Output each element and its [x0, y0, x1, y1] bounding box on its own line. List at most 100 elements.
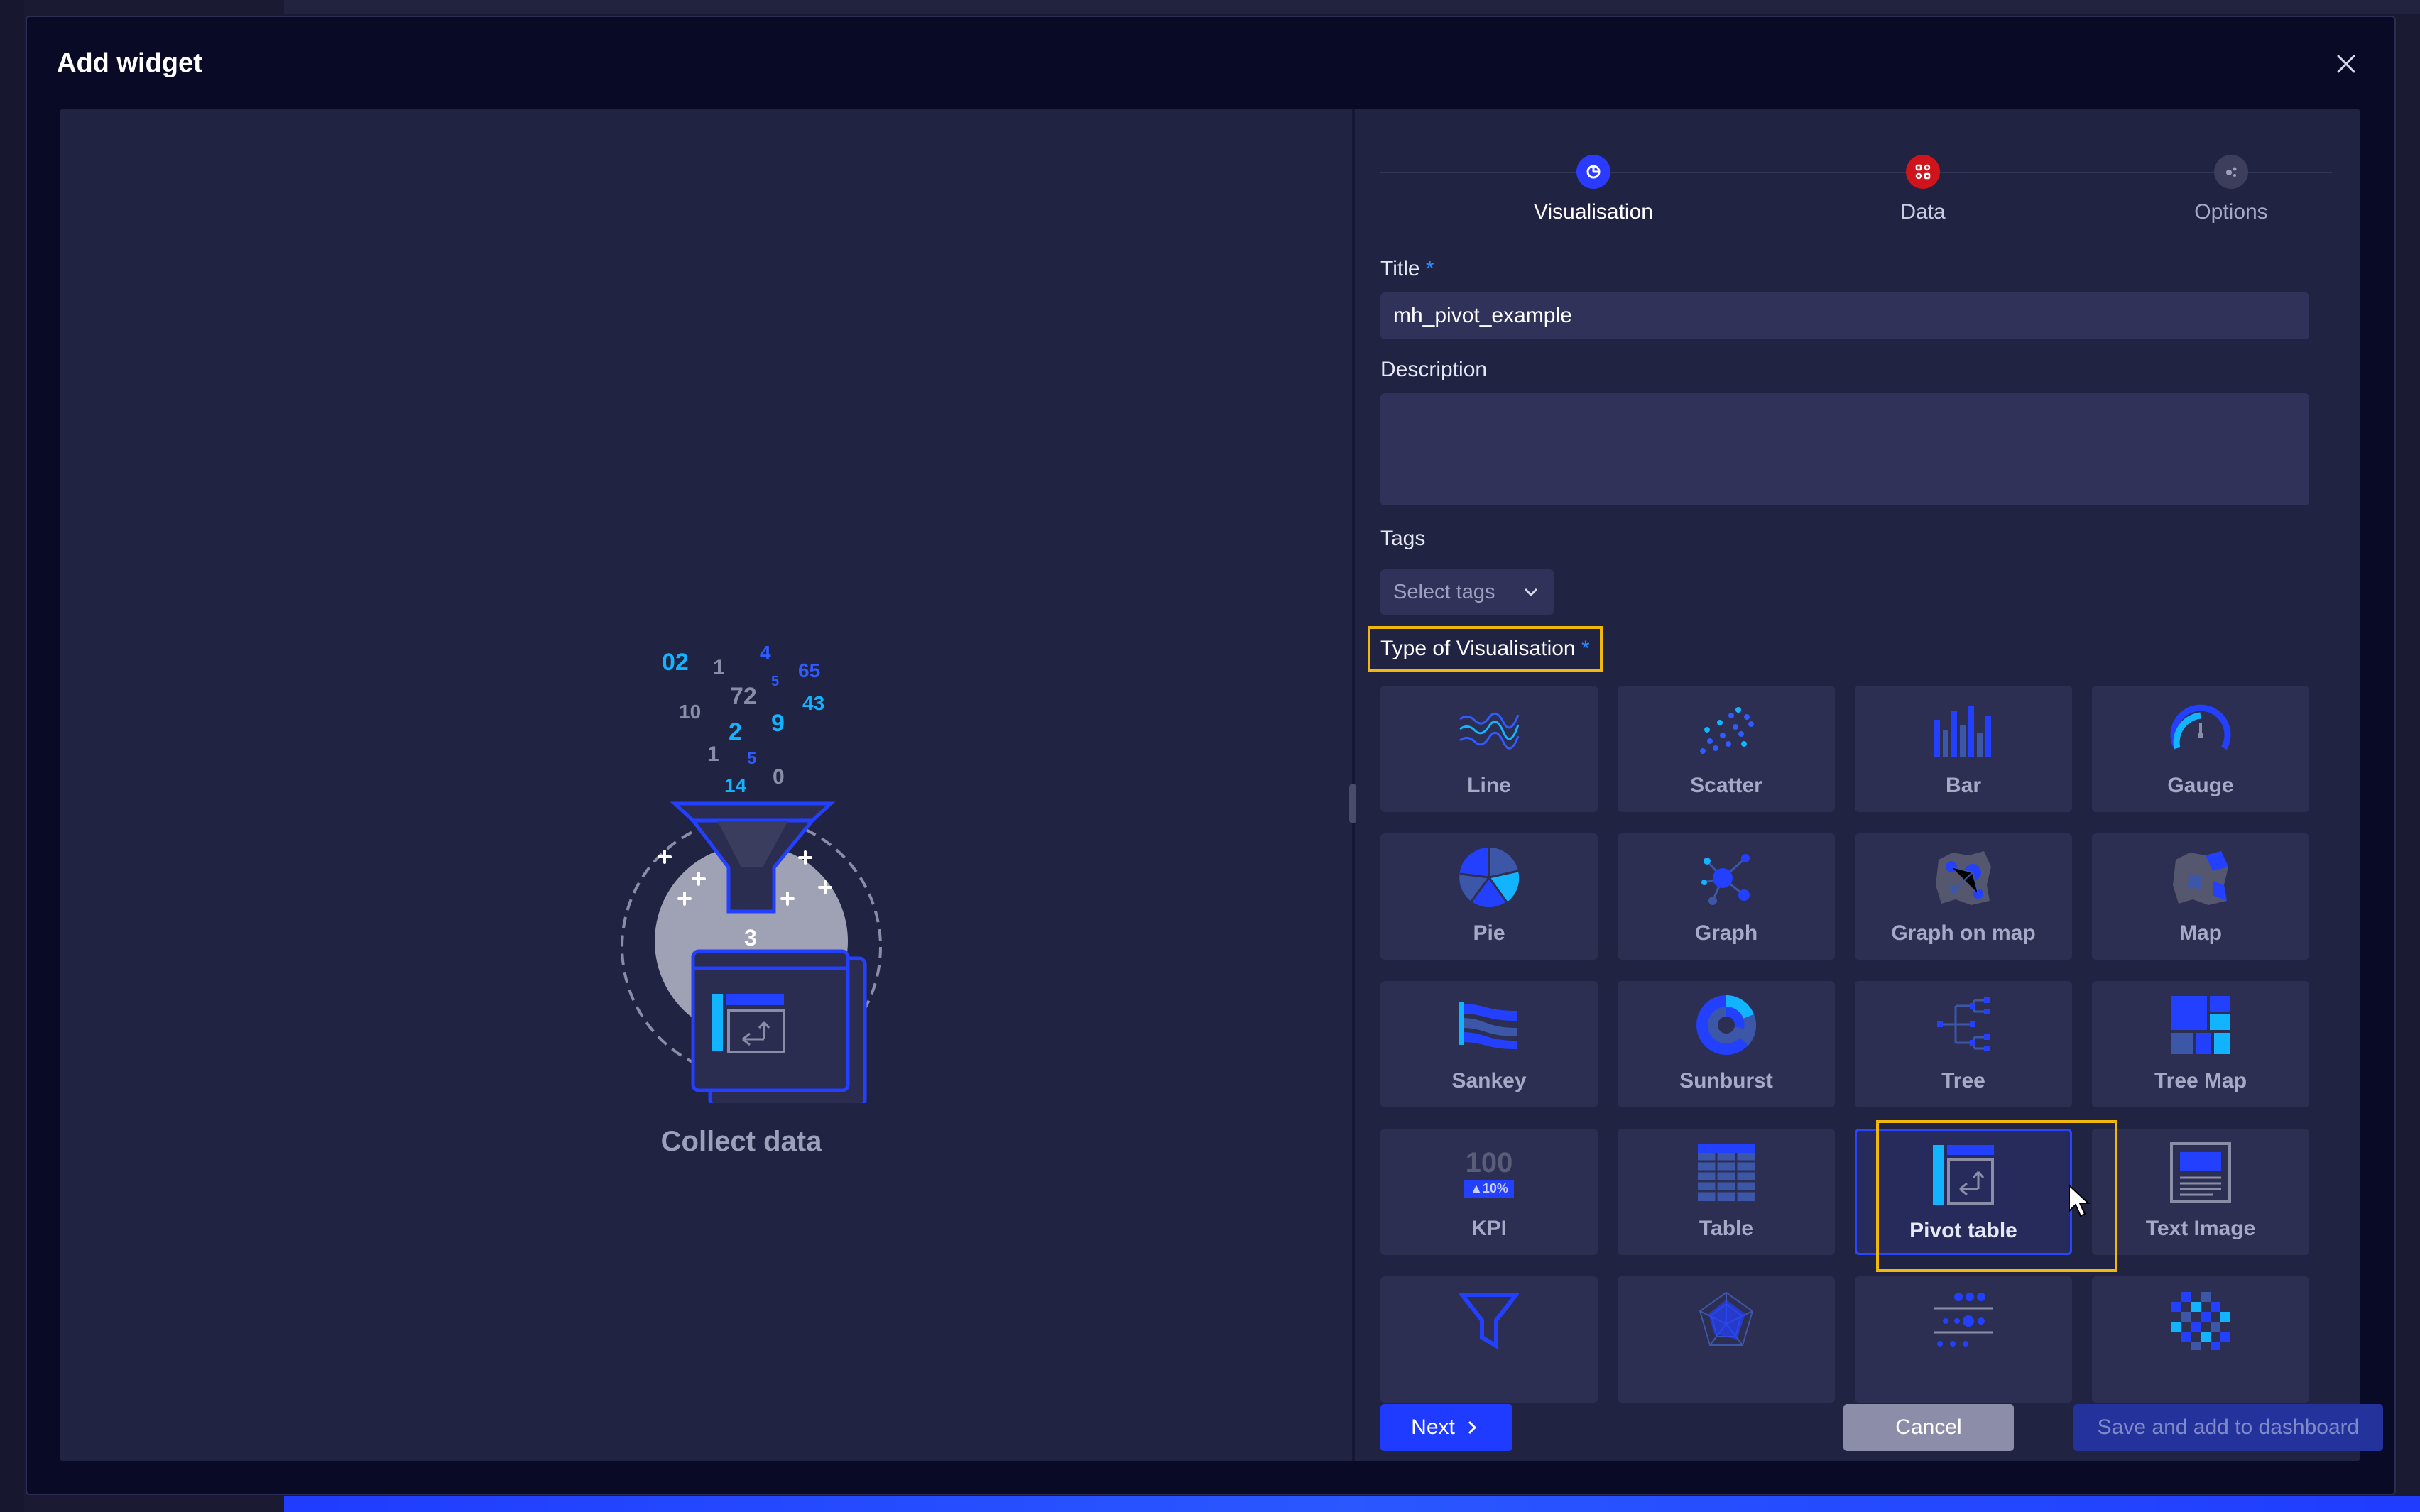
table-icon — [1698, 1144, 1755, 1201]
funnel-icon — [1459, 1293, 1519, 1350]
title-input[interactable]: mh_pivot_example — [1380, 292, 2309, 339]
background-footer-bar — [284, 1496, 2420, 1512]
vis-tile-label: Map — [2179, 921, 2222, 945]
svg-text:14: 14 — [724, 774, 747, 796]
cancel-button[interactable]: Cancel — [1843, 1404, 2014, 1451]
svg-text:02: 02 — [662, 649, 689, 676]
widget-config-panel: Visualisation Data Options Title * mh_pi… — [1368, 109, 2383, 1461]
vis-tile-label: Scatter — [1690, 774, 1762, 797]
close-button[interactable] — [2329, 47, 2363, 81]
vis-tile-funnel[interactable] — [1380, 1276, 1598, 1403]
vis-tile-sankey[interactable]: Sankey — [1380, 981, 1598, 1107]
vis-tile-label: Table — [1699, 1217, 1754, 1240]
close-icon — [2337, 55, 2355, 73]
scatter-chart-icon — [1700, 707, 1754, 754]
tree-map-icon — [2171, 996, 2230, 1054]
vis-tile-sunburst[interactable]: Sunburst — [1618, 981, 1835, 1107]
svg-text:72: 72 — [730, 683, 757, 710]
next-button-label: Next — [1411, 1415, 1455, 1439]
svg-text:0: 0 — [773, 765, 785, 789]
step-label: Data — [1900, 200, 1946, 224]
save-and-add-button[interactable]: Save and add to dashboard — [2073, 1404, 2383, 1451]
sunburst-icon — [1696, 995, 1757, 1055]
vis-tile-label: Sankey — [1451, 1069, 1527, 1092]
chart-icon — [1576, 155, 1610, 189]
vis-tile-label: Line — [1467, 774, 1511, 797]
vis-tile-label: Bar — [1945, 774, 1982, 797]
vis-tile-bar[interactable]: Bar — [1855, 686, 2072, 812]
vis-tile-line[interactable]: Line — [1380, 686, 1598, 812]
svg-text:5: 5 — [747, 749, 756, 768]
vis-tile-kpi[interactable]: 100 ▲10% KPI — [1380, 1129, 1598, 1255]
vis-tile-label: Pie — [1473, 921, 1505, 945]
pivot-table-icon — [1933, 1145, 1994, 1205]
bar-chart-icon — [1934, 706, 1991, 757]
vis-tile-pivot-table[interactable]: Pivot table — [1855, 1129, 2072, 1255]
svg-text:43: 43 — [802, 692, 824, 714]
svg-text:10: 10 — [679, 701, 701, 723]
required-mark: * — [1581, 637, 1590, 660]
panel-resize-handle[interactable] — [1349, 784, 1356, 823]
background-header — [284, 0, 2420, 14]
vis-tile-dot-plot[interactable] — [1855, 1276, 2072, 1403]
svg-text:5: 5 — [771, 674, 779, 689]
vis-tile-label: KPI — [1471, 1217, 1507, 1240]
vis-tile-graph[interactable]: Graph — [1618, 833, 1835, 960]
svg-text:9: 9 — [771, 710, 785, 737]
description-textarea[interactable] — [1380, 393, 2309, 505]
stepper: Visualisation Data Options — [1380, 138, 2332, 224]
vis-tile-radar[interactable] — [1618, 1276, 1835, 1403]
vis-tile-scatter[interactable]: Scatter — [1618, 686, 1835, 812]
vis-tile-label: Graph — [1694, 921, 1758, 945]
tree-icon — [1937, 997, 1990, 1051]
tags-label: Tags — [1380, 527, 1426, 550]
vis-tile-tree-map[interactable]: Tree Map — [2092, 981, 2309, 1107]
collect-data-label: Collect data — [660, 1126, 822, 1157]
dialog-body: 02 1 4 65 10 72 5 43 2 9 1 5 14 0 3 Coll… — [60, 109, 2383, 1461]
collect-data-illustration: 02 1 4 65 10 72 5 43 2 9 1 5 14 0 3 Coll… — [543, 535, 940, 1157]
type-label-text: Type of Visualisation — [1380, 637, 1576, 660]
options-icon — [2214, 155, 2248, 189]
vis-tile-map[interactable]: Map — [2092, 833, 2309, 960]
vis-tile-label: Text Image — [2145, 1217, 2256, 1240]
heatmap-icon — [2171, 1292, 2230, 1350]
step-options[interactable]: Options — [2125, 155, 2338, 224]
chevron-down-icon — [1524, 588, 1538, 597]
title-label: Title * — [1380, 257, 1434, 281]
vis-tile-table[interactable]: Table — [1618, 1129, 1835, 1255]
step-label: Visualisation — [1534, 200, 1653, 224]
background-sidebar — [0, 0, 24, 1512]
tags-select[interactable]: Select tags — [1380, 569, 1554, 615]
add-widget-dialog: Add widget 02 1 4 65 10 72 5 43 2 9 1 5 … — [26, 16, 2396, 1495]
data-icon — [1906, 155, 1940, 189]
next-button[interactable]: Next — [1380, 1404, 1512, 1451]
svg-text:4: 4 — [760, 642, 771, 664]
vis-tile-label: Graph on map — [1891, 921, 2036, 945]
description-label: Description — [1380, 358, 1488, 381]
vis-tile-tree[interactable]: Tree — [1855, 981, 2072, 1107]
tags-placeholder: Select tags — [1393, 580, 1495, 603]
step-data[interactable]: Data — [1816, 155, 2029, 224]
dot-plot-icon — [1934, 1293, 1993, 1347]
map-icon — [2173, 851, 2228, 905]
title-input-value: mh_pivot_example — [1393, 304, 1572, 327]
step-visualisation[interactable]: Visualisation — [1487, 155, 1700, 224]
svg-text:2: 2 — [729, 718, 742, 745]
vis-tile-text-image[interactable]: Text Image — [2092, 1129, 2309, 1255]
pie-chart-icon — [1459, 848, 1520, 907]
vis-tile-pie[interactable]: Pie — [1380, 833, 1598, 960]
kpi-icon: 100 ▲10% — [1380, 1139, 1598, 1207]
line-chart-icon — [1459, 712, 1520, 750]
vis-tile-label: Tree Map — [2154, 1069, 2247, 1092]
vis-tile-heatmap[interactable] — [2092, 1276, 2309, 1403]
text-image-icon — [2170, 1142, 2231, 1203]
graph-icon — [1701, 854, 1750, 905]
required-mark: * — [1425, 257, 1434, 280]
radar-icon — [1699, 1291, 1754, 1346]
dialog-title: Add widget — [57, 48, 202, 78]
svg-text:3: 3 — [744, 925, 757, 951]
vis-tile-label: Gauge — [2167, 774, 2234, 797]
vis-tile-graph-on-map[interactable]: Graph on map — [1855, 833, 2072, 960]
vis-tile-gauge[interactable]: Gauge — [2092, 686, 2309, 812]
visualisation-grid: Line Scatter Bar Gauge Pie Graph Graph o… — [1380, 686, 2318, 1417]
